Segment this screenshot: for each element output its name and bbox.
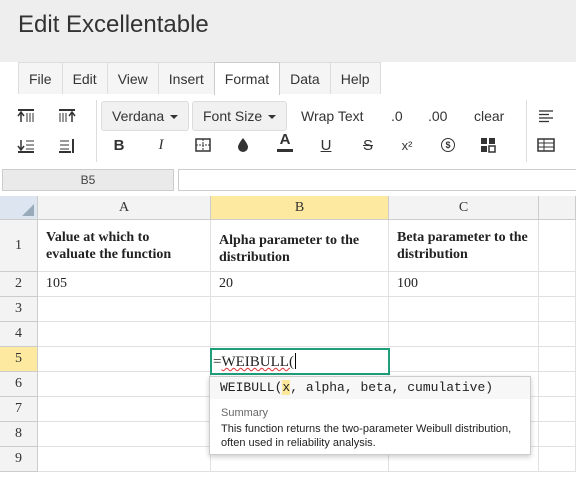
cell-a5[interactable] <box>38 347 211 372</box>
cell-d3[interactable] <box>539 297 576 322</box>
font-color-icon[interactable]: A <box>274 132 296 152</box>
row-header-2[interactable]: 2 <box>0 272 38 297</box>
cell-a3[interactable] <box>38 297 211 322</box>
cell-d8[interactable] <box>539 422 576 447</box>
increase-decimal-button[interactable]: .00 <box>428 108 447 124</box>
toolbar-separator <box>526 100 527 162</box>
select-all-corner[interactable] <box>0 196 38 220</box>
row-header-1[interactable]: 1 <box>0 220 38 272</box>
text-caret <box>294 353 296 369</box>
font-size-dropdown[interactable]: Font Size <box>192 101 288 131</box>
summary-label: Summary <box>221 407 269 419</box>
editor-formula-text: WEIBULL( <box>221 354 294 370</box>
menu-bar: File Edit View Insert Format Data Help <box>18 62 381 95</box>
cell-d5[interactable] <box>539 347 576 372</box>
column-header-c[interactable]: C <box>389 196 539 220</box>
cell-d4[interactable] <box>539 322 576 347</box>
column-header-a[interactable]: A <box>38 196 211 220</box>
signature-rest-args: , alpha, beta, cumulative) <box>290 380 494 395</box>
tab-file[interactable]: File <box>18 62 63 94</box>
cell-b5-editor[interactable]: =WEIBULL( <box>210 348 390 375</box>
row-header-9[interactable]: 9 <box>0 447 38 472</box>
border-icon[interactable] <box>192 135 214 155</box>
cell-d1[interactable] <box>539 220 576 272</box>
cell-a7[interactable] <box>38 397 211 422</box>
cell-b3[interactable] <box>211 297 389 322</box>
spreadsheet-grid: A B C 1 2 3 4 5 6 7 8 9 Value at which t… <box>0 196 576 479</box>
cell-c4[interactable] <box>389 322 539 347</box>
font-color-glyph: A <box>279 131 291 148</box>
select-all-icon <box>22 204 34 216</box>
align-bottom-alt-icon[interactable] <box>56 136 78 156</box>
toolbar-separator <box>96 100 97 162</box>
formula-input[interactable] <box>178 169 576 191</box>
cell-b1[interactable]: Alpha parameter to the distribution <box>211 220 389 272</box>
cell-d7[interactable] <box>539 397 576 422</box>
align-left-icon[interactable] <box>535 106 557 126</box>
cell-b4[interactable] <box>211 322 389 347</box>
decrease-decimal-button[interactable]: .0 <box>391 108 403 124</box>
row-header-3[interactable]: 3 <box>0 297 38 322</box>
app-title: Edit Excellentable <box>18 11 209 38</box>
tab-edit[interactable]: Edit <box>61 62 108 94</box>
name-box[interactable]: B5 <box>2 169 174 191</box>
function-signature[interactable]: WEIBULL(x, alpha, beta, cumulative) <box>210 377 530 399</box>
cell-d9[interactable] <box>539 447 576 472</box>
signature-function: WEIBULL( <box>220 380 283 395</box>
column-header-d[interactable] <box>539 196 576 220</box>
underline-icon[interactable]: U <box>315 135 337 155</box>
cell-a4[interactable] <box>38 322 211 347</box>
superscript-icon[interactable]: x² <box>396 135 418 155</box>
cell-a8[interactable] <box>38 422 211 447</box>
row-header-6[interactable]: 6 <box>0 372 38 397</box>
merge-cells-icon[interactable] <box>477 135 499 155</box>
wrap-text-button[interactable]: Wrap Text <box>301 108 364 124</box>
align-middle-icon[interactable] <box>56 106 78 126</box>
row-header-4[interactable]: 4 <box>0 322 38 347</box>
strikethrough-icon[interactable]: S <box>357 135 379 155</box>
font-family-dropdown[interactable]: Verdana <box>101 101 190 131</box>
italic-icon[interactable]: I <box>150 135 172 155</box>
column-header-b[interactable]: B <box>211 196 389 220</box>
cell-c5[interactable] <box>389 347 539 372</box>
cell-d6[interactable] <box>539 372 576 397</box>
function-description: This function returns the two-parameter … <box>221 423 512 449</box>
cell-c1[interactable]: Beta parameter to the distribution <box>389 220 539 272</box>
cell-c3[interactable] <box>389 297 539 322</box>
cell-a6[interactable] <box>38 372 211 397</box>
chevron-down-icon <box>268 115 277 120</box>
tab-view[interactable]: View <box>106 62 159 94</box>
cell-a1[interactable]: Value at which to evaluate the function <box>38 220 211 272</box>
clear-button[interactable]: clear <box>474 108 504 124</box>
tab-format[interactable]: Format <box>213 62 281 95</box>
cell-a9[interactable] <box>38 447 211 472</box>
currency-glyph: $ <box>441 138 455 152</box>
function-hint-popup: WEIBULL(x, alpha, beta, cumulative) Summ… <box>209 376 531 455</box>
table-icon[interactable] <box>535 135 557 155</box>
bold-icon[interactable]: B <box>108 135 130 155</box>
align-bottom-icon[interactable] <box>15 136 37 156</box>
title-bar: Edit Excellentable <box>0 0 576 62</box>
tab-data[interactable]: Data <box>279 62 331 94</box>
cell-b2[interactable]: 20 <box>211 272 389 297</box>
tab-help[interactable]: Help <box>329 62 381 94</box>
align-top-icon[interactable] <box>15 106 37 126</box>
cell-d2[interactable] <box>539 272 576 297</box>
cell-c2[interactable]: 100 <box>389 272 539 297</box>
toolbar: Verdana Font Size Wrap Text .0 .00 clear… <box>0 94 576 166</box>
font-size-value: Font Size <box>203 108 263 124</box>
tab-insert[interactable]: Insert <box>157 62 215 94</box>
chevron-down-icon <box>170 115 179 120</box>
row-header-8[interactable]: 8 <box>0 422 38 447</box>
cell-a2[interactable]: 105 <box>38 272 211 297</box>
currency-icon[interactable]: $ <box>437 135 459 155</box>
row-header-5[interactable]: 5 <box>0 347 38 372</box>
row-header-7[interactable]: 7 <box>0 397 38 422</box>
font-family-value: Verdana <box>112 108 165 124</box>
fill-color-icon[interactable] <box>232 135 254 155</box>
font-color-swatch <box>277 149 293 152</box>
